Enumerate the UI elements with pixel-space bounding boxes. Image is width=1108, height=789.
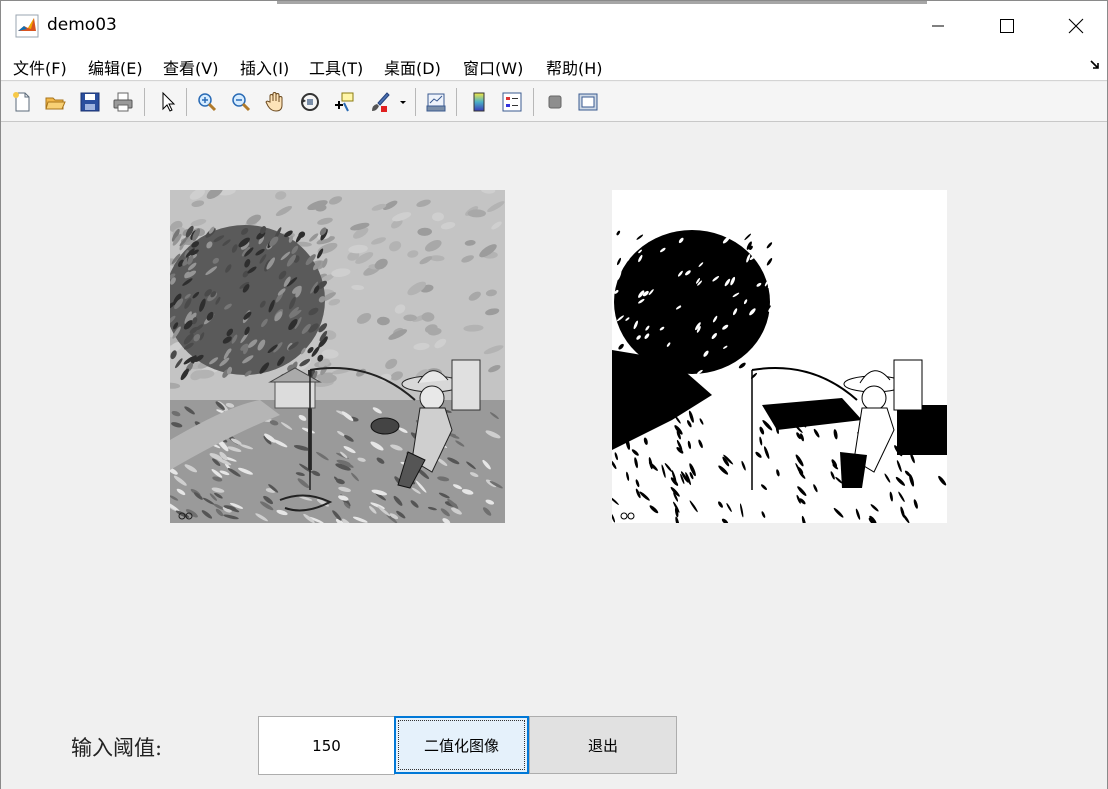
brush-button[interactable] bbox=[365, 88, 393, 116]
brush-stroke bbox=[467, 209, 486, 218]
link-plot-icon bbox=[426, 93, 446, 112]
colorbar-button[interactable] bbox=[465, 88, 493, 116]
toolbar-separator bbox=[456, 88, 457, 116]
menu-bar: 文件(F) 编辑(E) 查看(V) 插入(I) 工具(T) 桌面(D) 窗口(W… bbox=[1, 51, 1107, 81]
menu-edit[interactable]: 编辑(E) bbox=[88, 55, 143, 79]
show-plot-tools-icon bbox=[578, 93, 598, 111]
menu-help[interactable]: 帮助(H) bbox=[546, 55, 603, 79]
menu-view[interactable]: 查看(V) bbox=[163, 55, 218, 79]
brush-stroke bbox=[403, 314, 417, 322]
close-button[interactable] bbox=[1041, 1, 1108, 51]
brush-stroke bbox=[377, 316, 390, 326]
open-file-button[interactable] bbox=[41, 88, 69, 116]
undock-arrow-icon[interactable] bbox=[1089, 59, 1101, 71]
threshold-label: 输入阈值: bbox=[71, 736, 163, 760]
close-icon bbox=[1068, 18, 1084, 34]
chevron-down-icon bbox=[400, 101, 406, 104]
hide-plot-tools-button[interactable] bbox=[541, 88, 569, 116]
colorbar-icon bbox=[473, 92, 485, 112]
print-button[interactable] bbox=[109, 88, 137, 116]
window-title: demo03 bbox=[47, 15, 117, 35]
binary-painting bbox=[612, 190, 947, 523]
toolbar-separator bbox=[415, 88, 416, 116]
title-bar[interactable]: demo03 bbox=[1, 1, 1107, 51]
matlab-icon bbox=[15, 14, 39, 38]
grayscale-image bbox=[170, 190, 505, 523]
toolbar-separator bbox=[186, 88, 187, 116]
zoom-in-button[interactable] bbox=[193, 88, 221, 116]
rotate-3d-icon bbox=[301, 93, 319, 111]
minimize-button[interactable] bbox=[903, 1, 973, 51]
maximize-icon bbox=[1000, 19, 1014, 33]
pan-button[interactable] bbox=[261, 88, 289, 116]
zoom-out-icon bbox=[232, 93, 251, 112]
threshold-input[interactable] bbox=[258, 716, 395, 775]
legend-button[interactable] bbox=[498, 88, 526, 116]
binarize-button[interactable]: 二值化图像 bbox=[394, 716, 529, 774]
minimize-icon bbox=[932, 25, 944, 27]
data-cursor-icon bbox=[335, 92, 354, 112]
legend-icon bbox=[502, 92, 522, 112]
binary-image bbox=[612, 190, 947, 523]
zoom-in-icon bbox=[198, 93, 217, 112]
new-figure-icon bbox=[13, 92, 30, 112]
grayscale-painting bbox=[170, 190, 505, 523]
hide-plot-tools-icon bbox=[548, 95, 562, 109]
rotate-3d-button[interactable] bbox=[296, 88, 324, 116]
brush-dropdown-button[interactable] bbox=[395, 88, 411, 116]
menu-tools[interactable]: 工具(T) bbox=[309, 55, 363, 79]
menu-window[interactable]: 窗口(W) bbox=[463, 55, 523, 79]
menu-file[interactable]: 文件(F) bbox=[13, 55, 67, 79]
menu-desktop[interactable]: 桌面(D) bbox=[384, 55, 441, 79]
maximize-button[interactable] bbox=[972, 1, 1042, 51]
brush-icon bbox=[372, 92, 390, 112]
toolbar-separator bbox=[144, 88, 145, 116]
edit-plot-button[interactable] bbox=[153, 88, 181, 116]
open-file-icon bbox=[45, 97, 66, 110]
figure-window: demo03 文件(F) 编辑(E) 查看(V) 插入(I) 工具(T) 桌面(… bbox=[0, 0, 1108, 789]
exit-button[interactable]: 退出 bbox=[529, 716, 677, 774]
show-plot-tools-button[interactable] bbox=[574, 88, 602, 116]
print-icon bbox=[113, 92, 133, 112]
link-plot-button[interactable] bbox=[422, 88, 450, 116]
menu-insert[interactable]: 插入(I) bbox=[240, 55, 289, 79]
new-figure-button[interactable] bbox=[8, 88, 36, 116]
figure-toolbar bbox=[1, 82, 1107, 122]
pan-icon bbox=[265, 91, 283, 112]
background-scrollbar bbox=[277, 1, 927, 4]
toolbar-separator bbox=[533, 88, 534, 116]
zoom-out-button[interactable] bbox=[227, 88, 255, 116]
save-button[interactable] bbox=[76, 88, 104, 116]
data-cursor-button[interactable] bbox=[330, 88, 358, 116]
edit-plot-icon bbox=[162, 91, 176, 112]
save-icon bbox=[80, 92, 100, 112]
